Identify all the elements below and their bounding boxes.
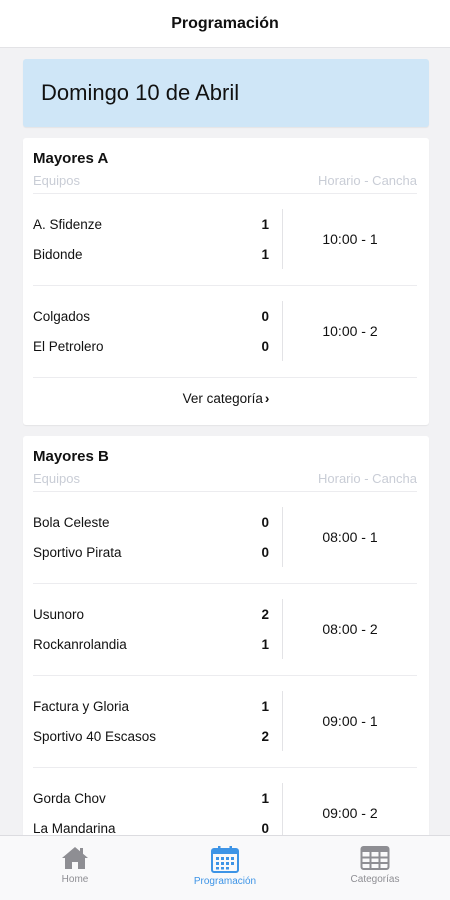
match-row[interactable]: Factura y Gloria 1 Sportivo 40 Escasos 2… [33,676,417,768]
home-team: Factura y Gloria [33,699,130,714]
match-row[interactable]: Colgados 0 El Petrolero 0 10:00 - 2 [33,286,417,378]
tab-home[interactable]: Home [0,836,150,900]
category-title: Mayores A [33,150,109,167]
teams-column-header: Equipos [33,173,80,188]
tab-bar: Home Programación Categorías [0,835,450,900]
away-score: 0 [261,545,269,560]
calendar-icon [211,846,239,873]
tab-categorias[interactable]: Categorías [300,836,450,900]
time-court-column-header: Horario - Cancha [318,471,417,486]
match-time-court: 09:00 - 1 [322,713,378,729]
away-score: 0 [261,339,269,354]
schedule-scroll-view[interactable]: Domingo 10 de Abril Mayores A Equipos Ho… [0,49,450,835]
away-score: 2 [261,729,269,744]
match-row[interactable]: Bola Celeste 0 Sportivo Pirata 0 08:00 -… [33,492,417,584]
category-card-mayores-b: Mayores B Equipos Horario - Cancha Bola … [23,436,429,835]
match-row[interactable]: Gorda Chov 1 La Mandarina 0 09:00 - 2 [33,768,417,835]
home-score: 1 [261,217,269,232]
time-court-column-header: Horario - Cancha [318,173,417,188]
match-row[interactable]: A. Sfidenze 1 Bidonde 1 10:00 - 1 [33,194,417,286]
chevron-right-icon: › [264,391,270,406]
match-time-court: 09:00 - 2 [322,805,378,821]
view-category-link[interactable]: Ver categoría › [23,391,429,406]
match-row[interactable]: Usunoro 2 Rockanrolandia 1 08:00 - 2 [33,584,417,676]
away-team: Rockanrolandia [33,637,127,652]
home-team: Bola Celeste [33,515,110,530]
match-time-court: 08:00 - 1 [322,529,378,545]
day-title: Domingo 10 de Abril [41,80,240,105]
away-team: Bidonde [33,247,83,262]
match-time-court: 08:00 - 2 [322,621,378,637]
match-time-court: 10:00 - 2 [322,323,378,339]
tab-programacion[interactable]: Programación [150,836,300,900]
tab-home-label: Home [61,874,89,885]
away-team: Sportivo Pirata [33,545,122,560]
home-score: 2 [261,607,269,622]
home-team: A. Sfidenze [33,217,103,232]
category-card-mayores-a: Mayores A Equipos Horario - Cancha A. Sf… [23,138,429,425]
home-team: Usunoro [33,607,85,622]
home-score: 0 [261,515,269,530]
home-icon [62,847,88,869]
away-score: 1 [261,247,269,262]
home-score: 1 [261,699,269,714]
home-score: 0 [261,309,269,324]
teams-column-header: Equipos [33,471,80,486]
day-header: Domingo 10 de Abril [23,59,429,127]
home-score: 1 [261,791,269,806]
view-category-label: Ver categoría [182,391,263,406]
home-team: Gorda Chov [33,791,106,806]
match-time-court: 10:00 - 1 [322,231,378,247]
away-team: El Petrolero [33,339,104,354]
page-title: Programación [171,14,279,32]
tab-categorias-label: Categorías [350,874,400,885]
category-title: Mayores B [33,448,109,465]
tab-programacion-label: Programación [193,876,257,887]
away-score: 0 [261,821,269,835]
away-team: Sportivo 40 Escasos [33,729,157,744]
navigation-bar: Programación [0,0,450,48]
away-team: La Mandarina [33,821,116,835]
home-team: Colgados [33,309,91,324]
away-score: 1 [261,637,269,652]
table-grid-icon [360,846,390,870]
row-divider [33,377,417,378]
